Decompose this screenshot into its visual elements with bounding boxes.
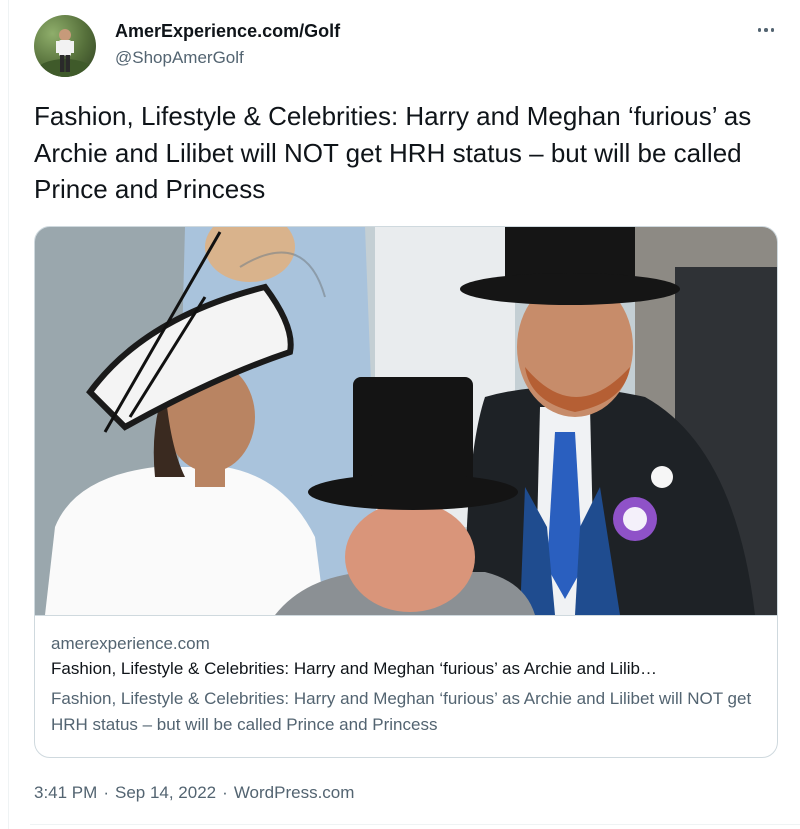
tweet-timestamp-date[interactable]: Sep 14, 2022 [115,783,216,802]
more-horizontal-icon [757,28,762,32]
card-description: Fashion, Lifestyle & Celebrities: Harry … [51,689,752,734]
tweet-source[interactable]: WordPress.com [234,783,355,802]
tweet: AmerExperience.com/Golf @ShopAmerGolf Fa… [0,0,800,829]
link-preview-card[interactable]: amerexperience.com Fashion, Lifestyle & … [34,226,778,758]
card-info[interactable]: amerexperience.com Fashion, Lifestyle & … [35,615,777,757]
separator: · [222,783,228,802]
divider [30,824,800,825]
author-handle[interactable]: @ShopAmerGolf [115,48,244,68]
card-image[interactable] [35,227,777,615]
tweet-metadata: 3:41 PM · Sep 14, 2022 · WordPress.com [34,783,354,803]
tweet-text: Fashion, Lifestyle & Celebrities: Harry … [34,101,752,204]
avatar[interactable] [34,15,96,77]
card-title: Fashion, Lifestyle & Celebrities: Harry … [51,659,657,678]
card-domain: amerexperience.com [51,634,210,653]
separator: · [103,783,109,802]
divider [8,0,9,829]
more-options-button[interactable] [748,18,784,42]
author-display-name[interactable]: AmerExperience.com/Golf [115,21,340,42]
tweet-timestamp-time[interactable]: 3:41 PM [34,783,97,802]
